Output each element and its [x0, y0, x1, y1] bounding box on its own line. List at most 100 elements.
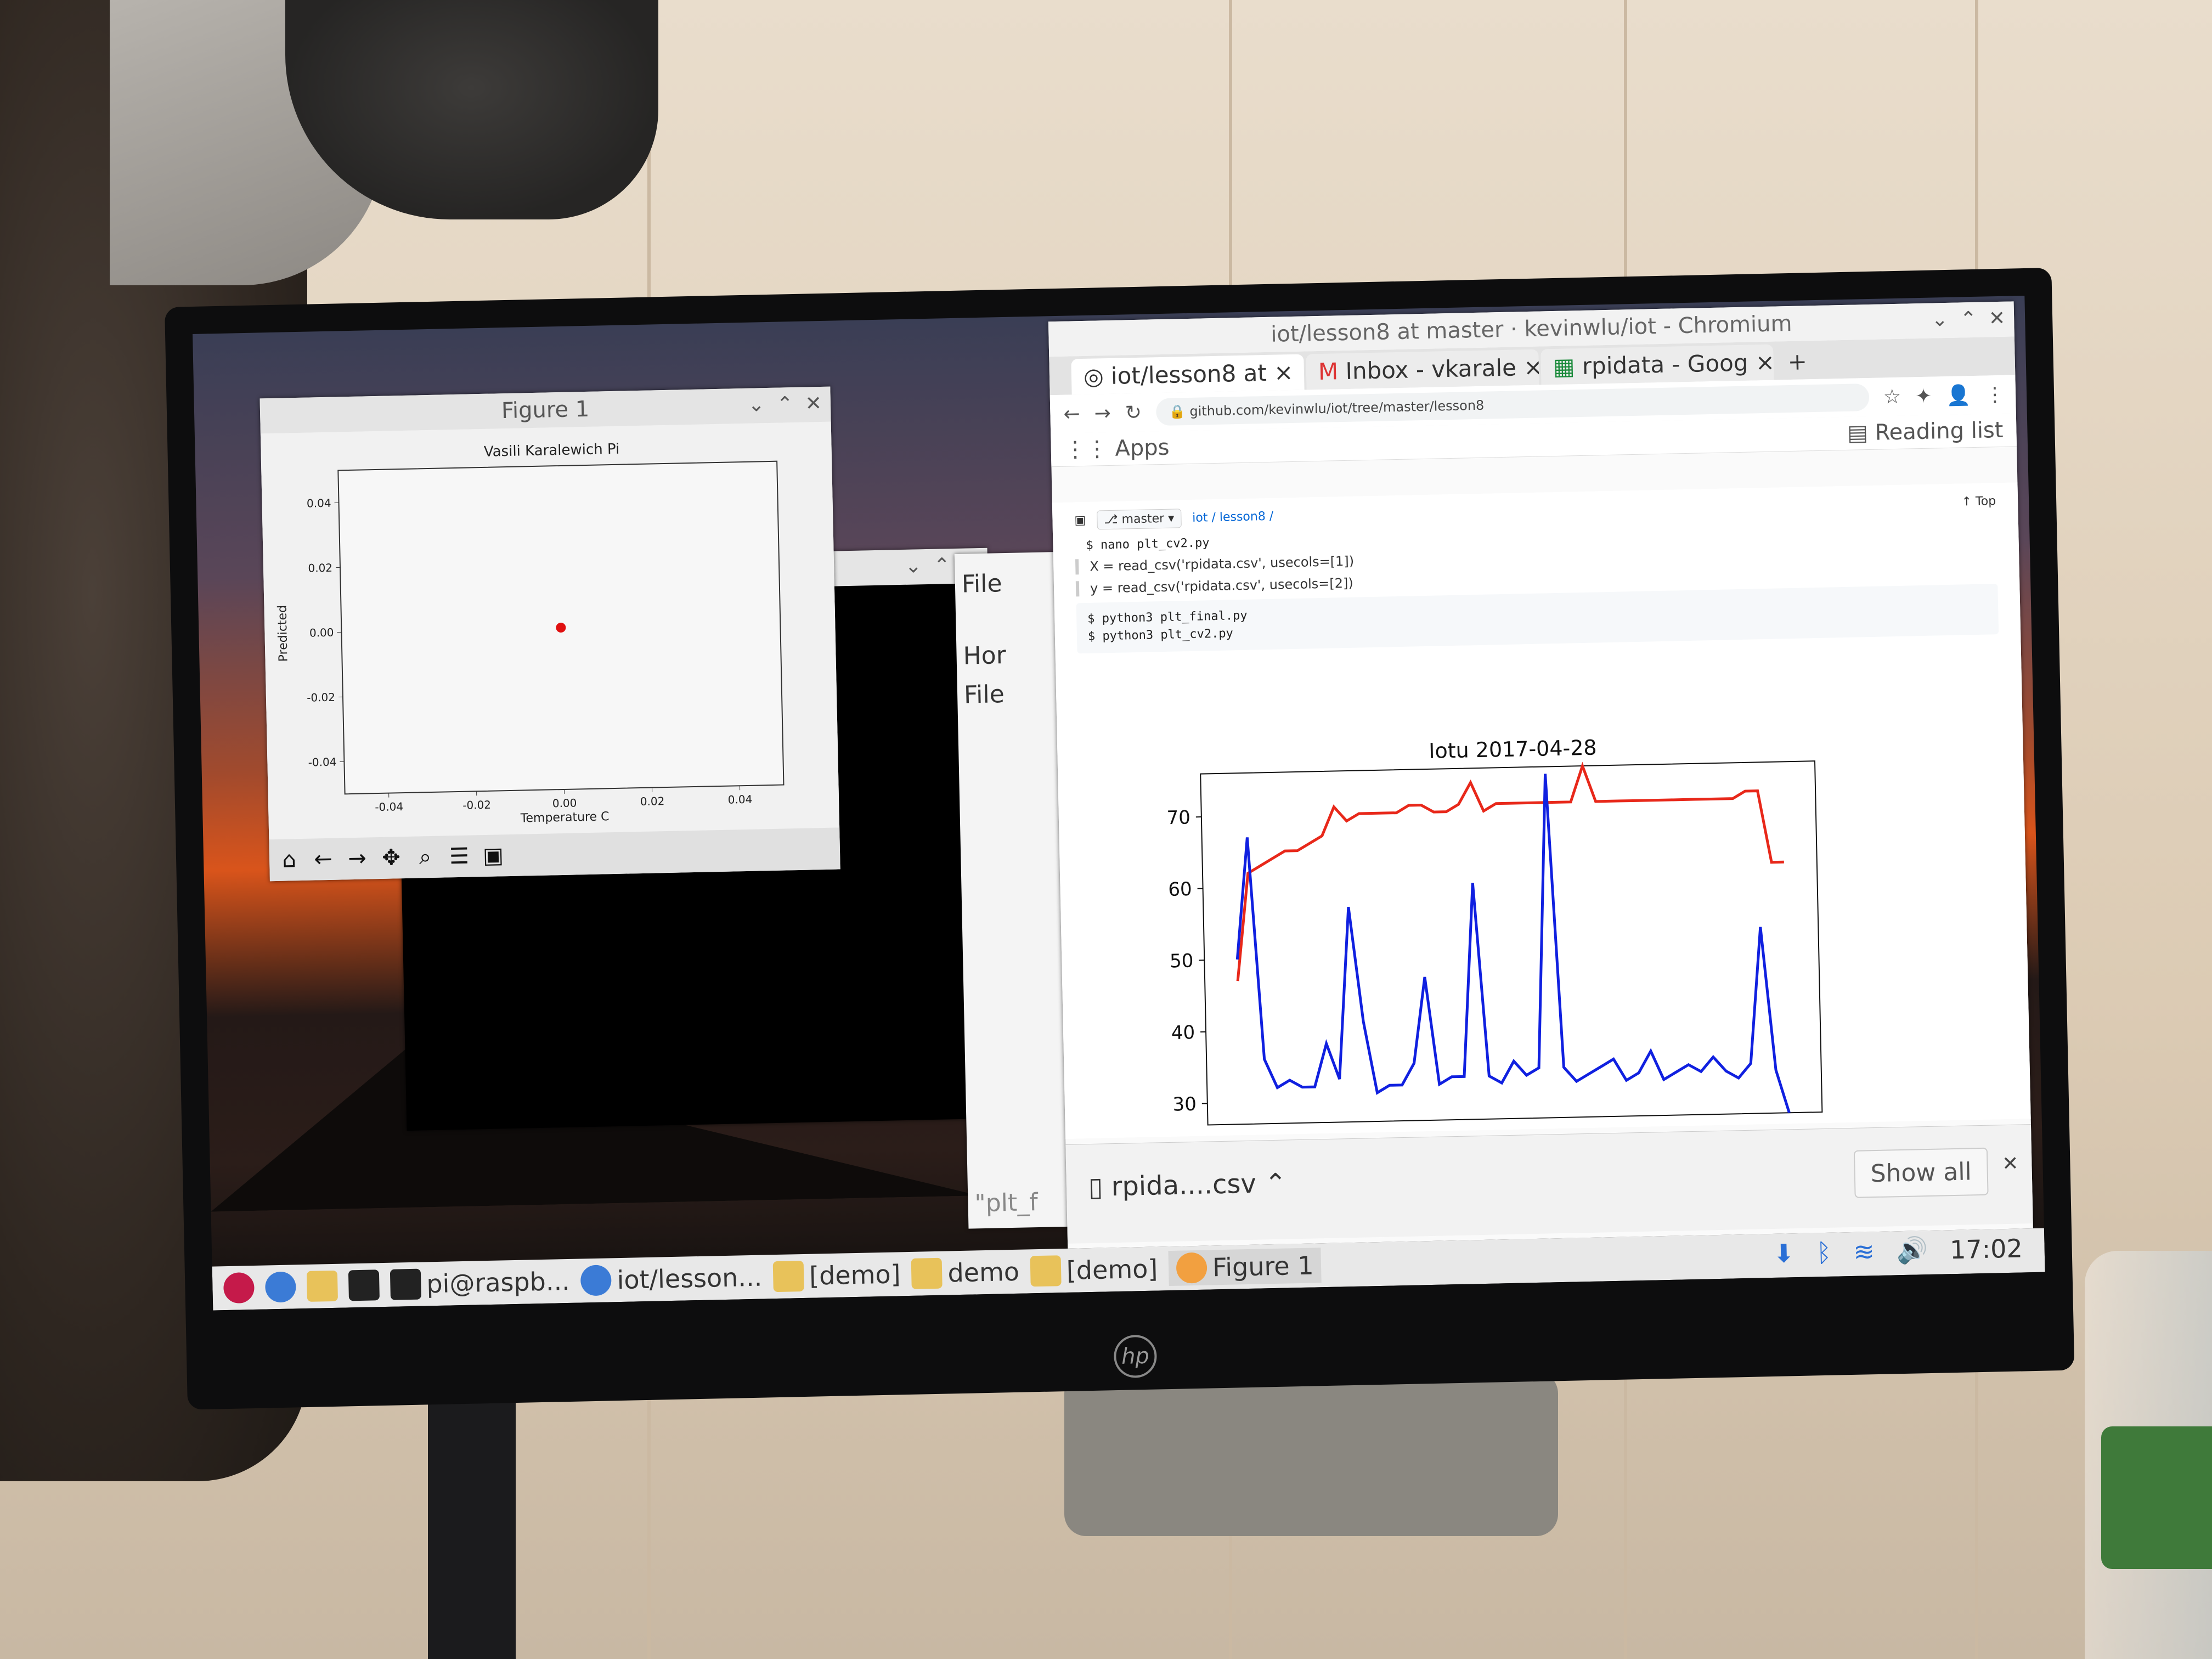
monitor: hp ⌄ ⌃ ✕ 2 0.125000 3 0.240000Name: Surv… — [165, 267, 2075, 1410]
volume-icon[interactable]: 🔊 — [1896, 1235, 1928, 1266]
tab-label: Inbox - vkarale — [1345, 354, 1517, 385]
sidebar-item-home[interactable]: Hor — [956, 635, 1066, 676]
status-filename: "plt_f — [974, 1188, 1039, 1218]
branch-select[interactable]: ⎇ master ▾ — [1096, 509, 1182, 530]
zoom-icon[interactable]: ⌕ — [413, 844, 438, 870]
tab-sheets[interactable]: ▦ rpidata - Goog × — [1541, 344, 1774, 385]
forward-icon[interactable]: → — [345, 846, 370, 872]
back-icon[interactable]: ← — [311, 847, 336, 872]
extensions-icon[interactable]: ✦ — [1915, 385, 1932, 408]
x-axis-label: Temperature C — [520, 810, 610, 825]
top-link-label: Top — [1975, 494, 1996, 509]
system-tray: ⬇ ᛒ ≋ 🔊 17:02 — [1773, 1233, 2023, 1268]
folder-icon — [911, 1257, 943, 1289]
menu-icon[interactable]: ⋮ — [1985, 383, 2016, 406]
taskbar-label: [demo] — [809, 1259, 901, 1291]
taskbar-item-demo-3[interactable]: [demo] — [1030, 1253, 1158, 1287]
close-icon[interactable]: ✕ — [2002, 1153, 2019, 1176]
x-tick-label: -0.04 — [375, 800, 403, 814]
chart-title: Iotu 2017-04-28 — [1429, 736, 1597, 763]
y-tick-label: 40 — [1171, 1022, 1195, 1044]
pan-icon[interactable]: ✥ — [379, 845, 404, 871]
gmail-icon: M — [1318, 358, 1339, 385]
tab-gmail[interactable]: M Inbox - vkarale × — [1306, 349, 1539, 390]
bottle-label — [2101, 1426, 2212, 1569]
clock[interactable]: 17:02 — [1950, 1233, 2023, 1265]
close-icon[interactable]: × — [1755, 349, 1774, 376]
close-icon[interactable]: ✕ — [1989, 307, 2006, 330]
folder-icon — [772, 1260, 804, 1293]
plot-title: Vasili Karalewich Pi — [484, 441, 620, 460]
sidebar-item-filesystem[interactable]: File — [957, 674, 1067, 715]
maximize-icon[interactable]: ⌃ — [776, 393, 793, 416]
figure-window[interactable]: Figure 1 ⌄ ⌃ ✕ Vasili Karalewich Pi Temp… — [259, 386, 840, 882]
chromium-icon — [580, 1265, 612, 1296]
taskbar-item-figure[interactable]: Figure 1 — [1168, 1248, 1322, 1286]
taskbar-item-demo-2[interactable]: demo — [911, 1256, 1020, 1289]
figure-canvas: Vasili Karalewich Pi Temperature C Predi… — [260, 421, 840, 840]
apps-icon: ⋮⋮ — [1064, 436, 1109, 462]
tab-github[interactable]: ◎ iot/lesson8 at × — [1071, 354, 1305, 395]
github-page: ▣ ⎇ master ▾ iot / lesson8 / ↑ Top $ nan… — [1052, 482, 2031, 1139]
taskbar-label: Figure 1 — [1212, 1250, 1314, 1283]
maximize-icon[interactable]: ⌃ — [1960, 308, 1977, 331]
wifi-icon[interactable]: ≋ — [1853, 1237, 1875, 1267]
file-tree-icon[interactable]: ▣ — [1074, 514, 1086, 527]
profile-icon[interactable]: 👤 — [1946, 383, 1971, 407]
close-icon[interactable]: ✕ — [805, 392, 822, 415]
taskbar-item-demo-1[interactable]: [demo] — [772, 1259, 901, 1293]
y-tick-label: 0.00 — [309, 626, 334, 640]
branch-label: master — [1121, 511, 1165, 527]
download-bar: ▯ rpida....csv ⌃ Show all ✕ — [1065, 1124, 2033, 1244]
line-chart: Iotu 2017-04-28 70 60 50 40 30 — [1166, 736, 1823, 1126]
taskbar-item-terminal[interactable]: pi@raspb... — [390, 1266, 570, 1300]
y-tick-label: 0.02 — [308, 561, 332, 575]
home-icon[interactable]: ⌂ — [277, 847, 302, 873]
reading-list-button[interactable]: ▤ Reading list — [1847, 417, 2017, 446]
window-title: iot/lesson8 at master · kevinwlu/iot - C… — [1270, 311, 1792, 347]
save-icon[interactable]: ▣ — [481, 843, 506, 868]
y-tick-label: -0.04 — [308, 755, 336, 769]
download-filename: rpida....csv — [1111, 1168, 1257, 1203]
taskbar-item-chromium[interactable]: iot/lesson... — [580, 1262, 763, 1296]
y-tick-label: -0.02 — [307, 691, 335, 704]
download-item[interactable]: ▯ rpida....csv ⌃ — [1088, 1168, 1287, 1203]
taskbar-label: iot/lesson... — [617, 1262, 763, 1295]
folder-icon — [1030, 1255, 1062, 1287]
star-icon[interactable]: ☆ — [1883, 385, 1901, 408]
configure-icon[interactable]: ☰ — [447, 844, 472, 870]
terminal-icon — [390, 1268, 421, 1300]
file-menu[interactable]: File — [955, 563, 1065, 604]
top-link[interactable]: ↑ Top — [1961, 494, 1996, 509]
y-tick-label: 30 — [1172, 1093, 1197, 1116]
reload-icon[interactable]: ↻ — [1125, 401, 1142, 424]
minimize-icon[interactable]: ⌄ — [1931, 308, 1948, 331]
browser-launcher-icon[interactable] — [264, 1271, 297, 1303]
raspberry-menu-icon[interactable] — [223, 1272, 255, 1304]
path-breadcrumb[interactable]: iot / lesson8 / — [1192, 510, 1273, 525]
y-tick-label: 70 — [1166, 806, 1190, 829]
taskbar-label: pi@raspb... — [426, 1266, 571, 1299]
minimize-icon[interactable]: ⌄ — [905, 555, 922, 578]
taskbar-label: demo — [947, 1256, 1020, 1288]
sheets-icon: ▦ — [1553, 353, 1576, 381]
new-tab-button[interactable]: + — [1775, 343, 1820, 380]
apps-bookmark[interactable]: Apps — [1115, 435, 1170, 461]
back-icon[interactable]: ← — [1063, 403, 1080, 426]
maximize-icon[interactable]: ⌃ — [933, 554, 950, 577]
close-icon[interactable]: × — [1274, 359, 1294, 386]
show-all-button[interactable]: Show all — [1853, 1147, 1989, 1198]
figure-title: Figure 1 — [501, 396, 590, 424]
chromium-window[interactable]: iot/lesson8 at master · kevinwlu/iot - C… — [1048, 301, 2033, 1249]
x-tick-label: 0.00 — [552, 796, 577, 810]
url-text: github.com/kevinwlu/iot/tree/master/less… — [1189, 397, 1485, 419]
close-icon[interactable]: × — [1523, 353, 1539, 381]
minimize-icon[interactable]: ⌄ — [748, 393, 765, 416]
folder-launcher-icon[interactable] — [306, 1270, 338, 1302]
bluetooth-icon[interactable]: ᛒ — [1816, 1237, 1832, 1267]
y-axis-label: Predicted — [275, 605, 290, 662]
download-icon[interactable]: ⬇ — [1773, 1238, 1795, 1268]
forward-icon[interactable]: → — [1094, 402, 1111, 425]
terminal-launcher-icon[interactable] — [348, 1269, 380, 1301]
y-tick-label: 0.04 — [307, 496, 331, 510]
